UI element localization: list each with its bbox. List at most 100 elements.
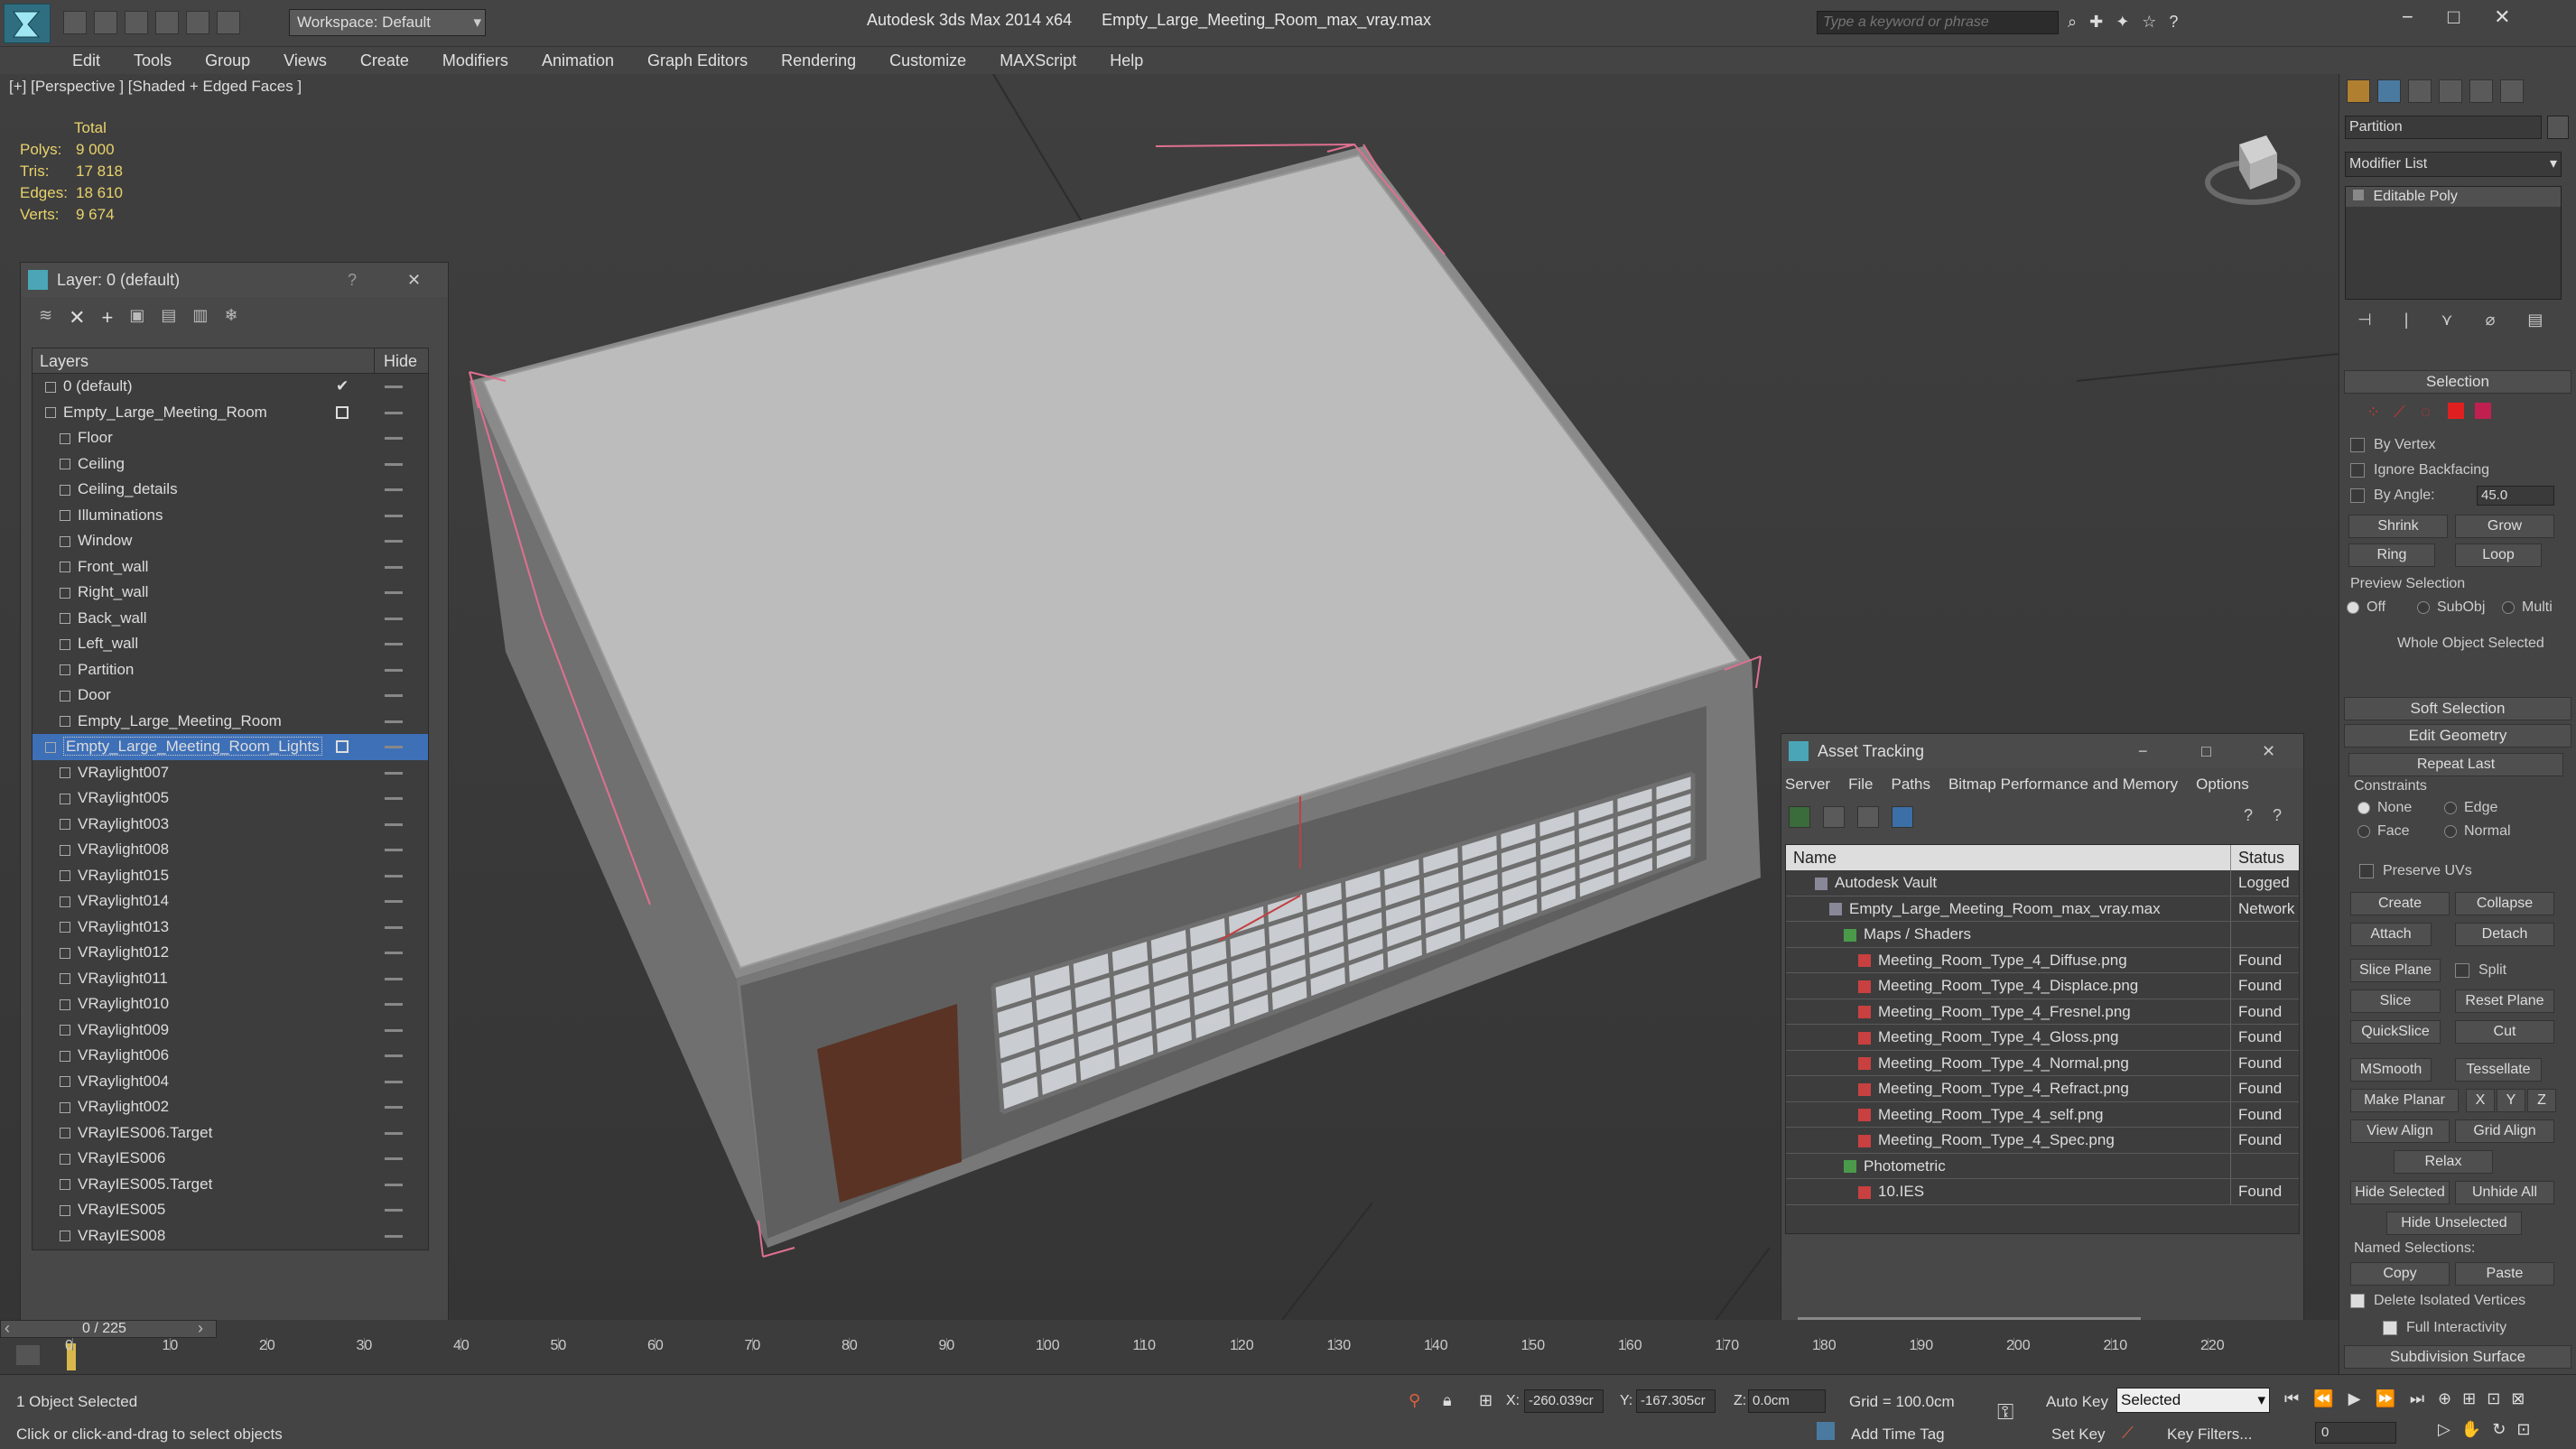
current-layer-check-icon[interactable]: ✔	[336, 374, 349, 400]
hide-toggle[interactable]	[385, 694, 403, 697]
asset-row[interactable]: Meeting_Room_Type_4_Diffuse.png Found	[1786, 947, 2299, 973]
layer-row[interactable]: Empty_Large_Meeting_Room	[33, 709, 428, 735]
layer-row[interactable]: VRaylight006	[33, 1043, 428, 1069]
repeat-last-button[interactable]: Repeat Last	[2348, 753, 2563, 776]
hide-toggle[interactable]	[385, 797, 403, 800]
object-name-field[interactable]: Partition	[2345, 116, 2542, 139]
hide-toggle[interactable]	[385, 1157, 403, 1160]
menu-customize[interactable]: Customize	[875, 47, 981, 74]
asset-info-icon[interactable]: ?	[2273, 806, 2282, 825]
subdivision-surface-rollout-header[interactable]: Subdivision Surface	[2344, 1345, 2571, 1369]
hide-toggle[interactable]	[385, 1183, 403, 1186]
hide-toggle[interactable]	[385, 565, 403, 569]
hide-toggle[interactable]	[385, 1003, 403, 1006]
remove-modifier-icon[interactable]: ⌀	[2486, 311, 2496, 330]
layer-row[interactable]: VRaylight007	[33, 760, 428, 786]
collapse-button[interactable]: Collapse	[2455, 892, 2554, 915]
asset-close-icon[interactable]: ✕	[2262, 734, 2275, 768]
menu-views[interactable]: Views	[269, 47, 341, 74]
current-frame-field[interactable]: 0	[2315, 1422, 2396, 1444]
paste-button[interactable]: Paste	[2455, 1262, 2554, 1286]
asset-row[interactable]: Photometric	[1786, 1153, 2299, 1179]
save-icon[interactable]	[125, 11, 148, 34]
select-layer-icon[interactable]: ▣	[129, 306, 144, 331]
by-vertex-checkbox[interactable]: By Vertex	[2350, 437, 2435, 453]
make-unique-icon[interactable]: ⋎	[2441, 311, 2452, 330]
add-time-tag-label[interactable]: Add Time Tag	[1851, 1426, 1945, 1444]
layer-row[interactable]: 0 (default) ✔	[33, 374, 428, 400]
unhide-all-button[interactable]: Unhide All	[2455, 1181, 2554, 1204]
quickslice-button[interactable]: QuickSlice	[2350, 1020, 2441, 1044]
subscription-icon[interactable]: ✚	[2089, 13, 2103, 32]
layer-row[interactable]: VRaylight004	[33, 1069, 428, 1095]
constraint-face-radio[interactable]: Face	[2357, 823, 2410, 840]
layer-panel-close-icon[interactable]: ✕	[407, 263, 421, 297]
motion-tab-icon[interactable]	[2439, 79, 2462, 103]
show-end-result-icon[interactable]: |	[2404, 311, 2409, 330]
z-coord-field[interactable]: 0.0cm	[1748, 1389, 1826, 1413]
asset-row[interactable]: 10.IES Found	[1786, 1179, 2299, 1205]
minimize-icon[interactable]: −	[2402, 5, 2413, 29]
layer-row[interactable]: VRaylight014	[33, 888, 428, 915]
layer-row[interactable]: Partition	[33, 657, 428, 683]
split-checkbox[interactable]: Split	[2455, 962, 2506, 979]
hide-toggle[interactable]	[385, 1080, 403, 1083]
layer-list[interactable]: Layers Hide 0 (default) ✔ Empty_Large_Meet…	[32, 348, 429, 1250]
configure-modifier-sets-icon[interactable]: ▤	[2527, 311, 2543, 330]
hide-layer-icon[interactable]: ▥	[192, 306, 208, 331]
layer-row[interactable]: Ceiling_details	[33, 477, 428, 503]
layer-row[interactable]: Illuminations	[33, 503, 428, 529]
selection-set-dropdown[interactable]: Selected ▾	[2116, 1388, 2270, 1413]
asset-menu-file[interactable]: File	[1848, 768, 1873, 801]
tessellate-button[interactable]: Tessellate	[2455, 1058, 2542, 1082]
layer-row[interactable]: Empty_Large_Meeting_Room_Lights	[33, 734, 428, 760]
asset-tracking-panel[interactable]: Asset Tracking − □ ✕ Server File Paths B…	[1781, 733, 2304, 1320]
prev-key-icon[interactable]: ⏪	[2313, 1389, 2333, 1408]
layer-explorer-panel[interactable]: Layer: 0 (default) ? ✕ ≋ ✕ + ▣ ▤ ▥ ❄ Lay…	[20, 262, 449, 1320]
cut-button[interactable]: Cut	[2455, 1020, 2554, 1044]
planar-z-button[interactable]: Z	[2527, 1089, 2556, 1112]
hide-toggle[interactable]	[385, 746, 403, 748]
list-view-icon[interactable]	[1823, 806, 1845, 828]
planar-x-button[interactable]: X	[2466, 1089, 2495, 1112]
asset-menu-paths[interactable]: Paths	[1891, 768, 1930, 801]
set-current-layer-icon[interactable]	[336, 405, 349, 419]
layer-row[interactable]: VRaylight005	[33, 785, 428, 812]
hide-toggle[interactable]	[385, 771, 403, 775]
grid-align-button[interactable]: Grid Align	[2455, 1119, 2554, 1143]
display-tab-icon[interactable]	[2469, 79, 2493, 103]
project-folder-icon[interactable]	[217, 11, 240, 34]
asset-row[interactable]: Maps / Shaders	[1786, 922, 2299, 948]
hide-toggle[interactable]	[385, 668, 403, 672]
soft-selection-rollout-header[interactable]: Soft Selection	[2344, 697, 2571, 720]
hide-toggle[interactable]	[385, 720, 403, 723]
selection-rollout-header[interactable]: Selection	[2344, 370, 2571, 394]
menu-create[interactable]: Create	[346, 47, 423, 74]
hide-toggle[interactable]	[385, 822, 403, 826]
hide-toggle[interactable]	[385, 411, 403, 414]
object-color-swatch[interactable]	[2547, 116, 2569, 139]
utilities-tab-icon[interactable]	[2500, 79, 2524, 103]
asset-menu-server[interactable]: Server	[1785, 768, 1830, 801]
layer-row[interactable]: VRayIES005	[33, 1197, 428, 1223]
hide-toggle[interactable]	[385, 925, 403, 929]
hide-toggle[interactable]	[385, 849, 403, 851]
absolute-mode-icon[interactable]: ⊞	[1479, 1391, 1493, 1410]
pan-icon[interactable]: ✋	[2461, 1420, 2481, 1439]
add-time-tag-icon[interactable]	[1817, 1422, 1835, 1440]
asset-row[interactable]: Meeting_Room_Type_4_Fresnel.png Found	[1786, 999, 2299, 1025]
detail-view-icon[interactable]	[1857, 806, 1879, 828]
set-current-layer-icon[interactable]	[336, 740, 349, 753]
view-align-button[interactable]: View Align	[2350, 1119, 2450, 1143]
make-planar-button[interactable]: Make Planar	[2350, 1089, 2459, 1112]
help-icon[interactable]: ?	[2169, 13, 2178, 32]
communication-icon[interactable]: ✦	[2116, 13, 2129, 32]
slice-plane-button[interactable]: Slice Plane	[2350, 959, 2441, 982]
x-coord-field[interactable]: -260.039cr	[1524, 1389, 1604, 1413]
layer-row[interactable]: Window	[33, 528, 428, 554]
hide-toggle[interactable]	[385, 1054, 403, 1057]
prev-frame-icon[interactable]: ‹	[5, 1319, 10, 1338]
constraint-normal-radio[interactable]: Normal	[2444, 823, 2511, 840]
hide-toggle[interactable]	[385, 591, 403, 594]
polygon-level-icon[interactable]	[2448, 403, 2464, 419]
